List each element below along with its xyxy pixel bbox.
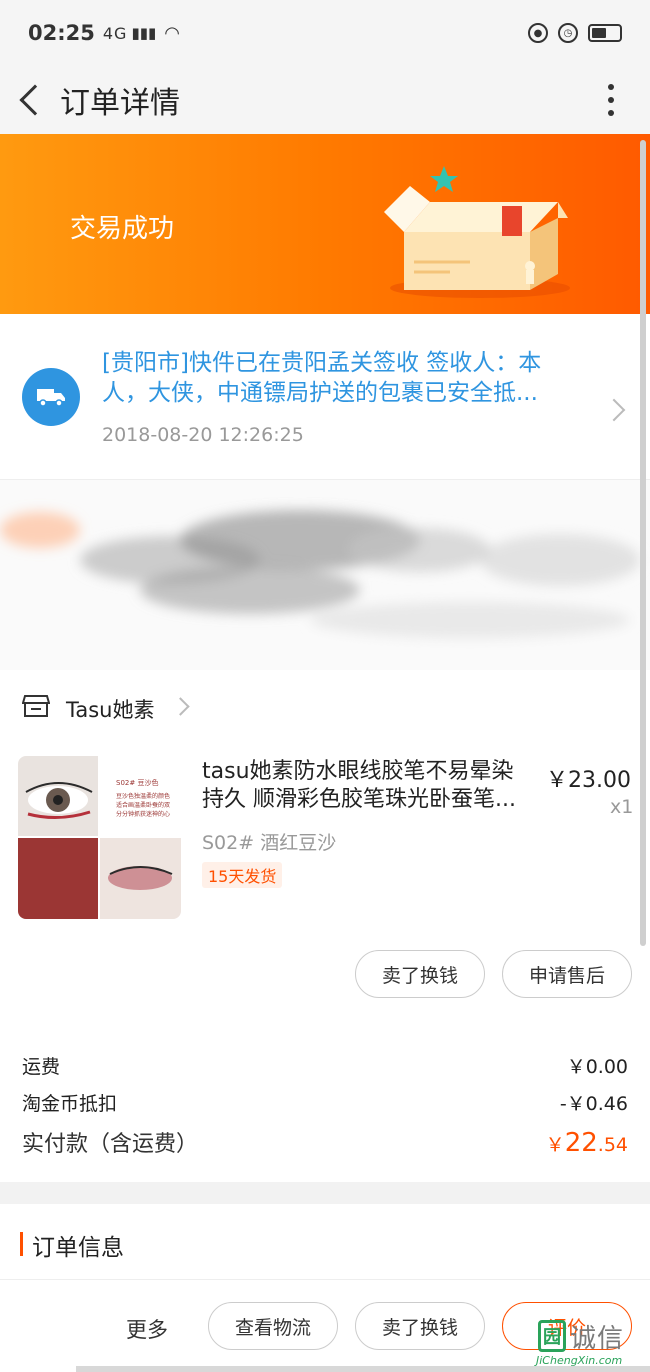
lock-rotation-icon: ● [528,23,548,43]
network-indicator: 4G [102,23,128,43]
view-logistics-button[interactable]: 查看物流 [208,1302,338,1350]
page-title: 订单详情 [60,86,180,121]
section-accent-bar [20,1232,23,1256]
wifi-icon: ◠ [164,22,180,44]
more-button[interactable]: 更多 [126,1314,168,1344]
paid-decimal: .54 [597,1134,628,1156]
paid-amount-label: 实付款（含运费） [22,1132,199,1157]
chevron-right-icon [602,398,626,422]
status-right: ● ◷ [528,23,622,43]
status-time: 02:25 [28,21,95,45]
shipping-badge: 15天发货 [202,862,283,888]
order-info-title: 订单信息 [32,1235,124,1261]
truck-icon [22,368,80,426]
watermark: 园 诚信 JiChengXin.com [536,1318,650,1372]
store-name[interactable]: Tasu她素 [66,694,154,724]
order-status-text: 交易成功 [70,214,175,244]
paid-amount-row: 实付款（含运费） ￥22.54 [22,1126,628,1158]
scrollbar[interactable] [640,140,646,946]
thumb-description: 豆沙色独温柔的颜色 适合画温柔卧蚕的双 分分钟抓获迷神的心 [116,793,171,818]
shop-section: Tasu她素 S02# 豆沙色 豆沙色独温柔的颜色 适合画温柔卧蚕的双 分分钟抓… [0,670,650,1182]
alarm-icon: ◷ [558,23,578,43]
signal-icon: ▮▮▮ [131,24,157,42]
product-quantity: x1 [610,796,634,818]
shipping-fee-label: 运费 [22,1056,61,1078]
product-price: ￥23.00 [546,768,631,793]
nav-bar: 订单详情 [0,66,650,134]
coin-deduction-label: 淘金币抵扣 [22,1093,118,1115]
coin-deduction-row: 淘金币抵扣 -￥0.46 [22,1089,628,1116]
product-sku: S02# 酒红豆沙 [202,832,337,854]
watermark-logo: 园 [538,1320,566,1352]
redacted-address-area [0,480,650,670]
product-image[interactable]: S02# 豆沙色 豆沙色独温柔的颜色 适合画温柔卧蚕的双 分分钟抓获迷神的心 [18,756,181,919]
more-options-icon[interactable] [608,84,614,116]
logistics-message: [贵阳市]快件已在贵阳孟关签收 签收人：本人，大侠，中通镖局护送的包裹已安全抵.… [102,350,542,406]
logistics-time: 2018-08-20 12:26:25 [102,424,304,446]
shipping-fee-row: 运费 ￥0.00 [22,1052,628,1079]
coin-deduction-value: -￥0.46 [559,1093,628,1115]
sell-item-button[interactable]: 卖了换钱 [355,950,485,998]
paid-currency: ￥ [545,1134,565,1156]
order-status-banner: 交易成功 [0,134,650,314]
shipping-fee-value: ￥0.00 [566,1056,628,1078]
status-bar: 02:25 4G ▮▮▮ ◠ ● ◷ [0,0,650,66]
package-box-icon [384,166,570,298]
battery-icon [588,24,622,42]
order-info-header: 订单信息 [0,1204,650,1280]
sell-button[interactable]: 卖了换钱 [355,1302,485,1350]
watermark-text: 诚信 [570,1324,625,1354]
store-icon [22,695,50,717]
chevron-right-icon [171,697,190,716]
product-title[interactable]: tasu她素防水眼线胶笔不易晕染持久 顺滑彩色胶笔珠光卧蚕笔... [202,758,532,814]
after-sale-button[interactable]: 申请售后 [502,950,632,998]
paid-integer: 22 [564,1128,598,1158]
watermark-url: JiChengXin.com [536,1354,623,1367]
thumb-caption: S02# 豆沙色 [116,779,159,787]
paid-amount-value: ￥22.54 [546,1128,628,1158]
back-icon[interactable] [19,84,51,116]
logistics-card[interactable]: [贵阳市]快件已在贵阳孟关签收 签收人：本人，大侠，中通镖局护送的包裹已安全抵.… [0,314,650,480]
